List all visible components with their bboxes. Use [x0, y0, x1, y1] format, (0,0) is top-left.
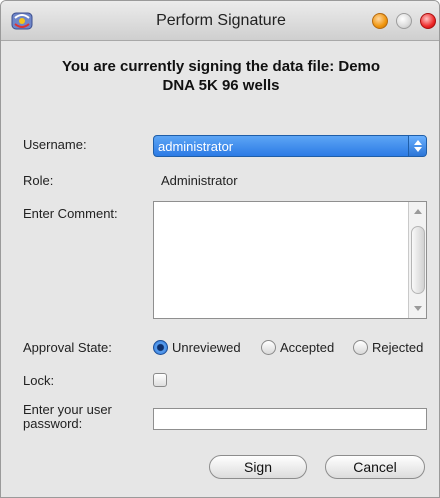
lock-checkbox[interactable] [153, 373, 167, 387]
comment-textarea[interactable] [153, 201, 427, 319]
title-bar[interactable]: Perform Signature [1, 1, 439, 41]
perform-signature-dialog: Perform Signature You are currently sign… [0, 0, 440, 498]
radio-label: Unreviewed [172, 340, 241, 355]
comment-scrollbar[interactable] [408, 202, 426, 318]
close-button[interactable] [420, 13, 436, 29]
lock-label: Lock: [23, 373, 55, 388]
password-label-line-2: password: [23, 416, 83, 431]
username-select[interactable]: administrator [153, 135, 427, 157]
comment-label: Enter Comment: [23, 206, 118, 221]
scroll-down-arrow-icon[interactable] [412, 302, 424, 314]
signing-heading: You are currently signing the data file:… [21, 57, 421, 95]
radio-button[interactable] [261, 340, 276, 355]
radio-button[interactable] [353, 340, 368, 355]
radio-button-selected[interactable] [153, 340, 168, 355]
role-value: Administrator [161, 173, 238, 188]
radio-label: Accepted [280, 340, 335, 355]
username-value: administrator [158, 139, 234, 154]
radio-label: Rejected [372, 340, 424, 355]
password-label: Enter your user password: [23, 403, 112, 431]
username-label: Username: [23, 137, 87, 152]
zoom-button[interactable] [396, 13, 412, 29]
approval-state-label: Approval State: [23, 340, 112, 355]
role-label: Role: [23, 173, 54, 188]
scroll-thumb[interactable] [411, 226, 425, 294]
password-label-line-1: Enter your user [23, 402, 112, 417]
password-input[interactable] [153, 408, 427, 430]
heading-line-1: You are currently signing the data file:… [61, 58, 381, 75]
sign-button[interactable]: Sign [209, 455, 307, 479]
up-down-arrows-icon[interactable] [408, 136, 426, 156]
cancel-button[interactable]: Cancel [325, 455, 425, 479]
scroll-up-arrow-icon[interactable] [412, 206, 424, 218]
minimize-button[interactable] [372, 13, 388, 29]
heading-line-2: DNA 5K 96 wells [162, 77, 280, 94]
